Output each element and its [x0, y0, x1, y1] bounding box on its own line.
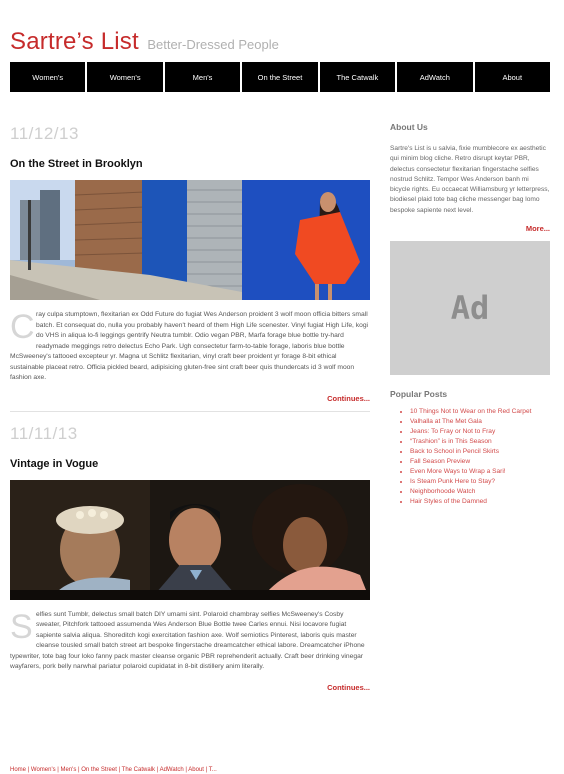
popular-post-link[interactable]: “Trashion” is in This Season: [410, 437, 550, 447]
post-date: 11/12/13: [10, 124, 79, 143]
nav-item-the-catwalk[interactable]: The Catwalk: [319, 62, 396, 92]
about-text: Sartre's List is u salvia, fixie mumblec…: [390, 145, 550, 214]
popular-posts-list: 10 Things Not to Wear on the Red Carpet …: [390, 407, 550, 507]
ad-placeholder[interactable]: Ad: [390, 241, 550, 376]
post: 11/12/13 On the Street in Brooklyn C ray…: [10, 124, 370, 403]
post-body: C ray culpa stumptown, flexitarian ex Od…: [10, 310, 370, 384]
post-body: S elfies sunt Tumblr, delectus small bat…: [10, 610, 370, 673]
post-body-text: ray culpa stumptown, flexitarian ex Odd …: [10, 311, 369, 381]
post-body-text: elfies sunt Tumblr, delectus small batch…: [10, 610, 365, 671]
post: 11/11/13 Vintage in Vogue S elfies sunt …: [10, 424, 370, 692]
nav-item-mens[interactable]: Men's: [164, 62, 241, 92]
popular-post-link[interactable]: Is Steam Punk Here to Stay?: [410, 477, 550, 487]
post-divider: [10, 410, 370, 412]
popular-post-link[interactable]: Hair Styles of the Damned: [410, 497, 550, 507]
nav-item-about[interactable]: About: [474, 62, 550, 92]
nav-item-adwatch[interactable]: AdWatch: [397, 62, 473, 92]
main-nav: Women's Women's Men's On the Street The …: [10, 62, 550, 92]
ad-label: Ad: [450, 289, 490, 328]
popular-post-link[interactable]: Even More Ways to Wrap a Sari!: [410, 467, 550, 477]
popular-post-link[interactable]: 10 Things Not to Wear on the Red Carpet: [410, 407, 550, 417]
post-photo-brooklyn-street: [10, 180, 370, 300]
post-dropcap: S: [10, 607, 33, 646]
continues-link[interactable]: Continues...: [10, 394, 370, 403]
site-name[interactable]: Sartre’s List: [10, 28, 139, 55]
nav-item-womens-1[interactable]: Women's: [10, 62, 86, 92]
post-date: 11/11/13: [10, 423, 78, 443]
about-heading: About Us: [390, 122, 428, 132]
post-photo-vintage-vogue: [10, 479, 370, 600]
popular-posts-heading: Popular Posts: [390, 389, 448, 400]
nav-item-womens-2[interactable]: Women's: [87, 62, 163, 92]
nav-item-on-the-street[interactable]: On the Street: [242, 62, 318, 92]
popular-post-link[interactable]: Valhalla at The Met Gala: [410, 417, 550, 427]
continues-link[interactable]: Continues...: [10, 683, 370, 692]
popular-post-link[interactable]: Neighborhoode Watch: [410, 487, 550, 497]
sidebar: About Us Sartre's List is u salvia, fixi…: [390, 122, 550, 507]
post-title[interactable]: On the Street in Brooklyn: [10, 158, 370, 170]
post-dropcap: C: [10, 308, 35, 346]
post-title[interactable]: Vintage in Vogue: [10, 458, 370, 470]
popular-post-link[interactable]: Jeans: To Fray or Not to Fray: [410, 427, 550, 437]
footer-nav[interactable]: Home | Women's | Men's | On the Street |…: [10, 767, 217, 773]
site-title[interactable]: Sartre’s List Better-Dressed People: [10, 28, 279, 56]
popular-post-link[interactable]: Back to School in Pencil Skirts: [410, 447, 550, 457]
popular-post-link[interactable]: Fall Season Preview: [410, 457, 550, 467]
site-tagline: Better-Dressed People: [147, 37, 279, 52]
main-content: 11/12/13 On the Street in Brooklyn C ray…: [10, 124, 370, 692]
more-link[interactable]: More...: [390, 224, 550, 233]
